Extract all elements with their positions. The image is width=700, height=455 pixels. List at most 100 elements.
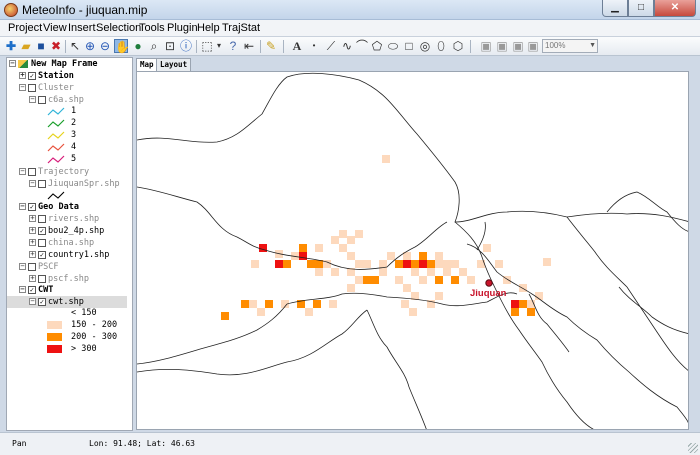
zoom-in-icon[interactable]: ⊕: [83, 39, 97, 53]
layer-visibility-checkbox[interactable]: ✓: [38, 297, 46, 306]
pan-hand-icon[interactable]: ✋: [114, 39, 130, 54]
layer-visibility-checkbox[interactable]: ✓: [38, 226, 46, 235]
layer-tree-item[interactable]: + china.shp: [7, 237, 94, 249]
collapse-icon[interactable]: −: [19, 263, 26, 270]
close-button[interactable]: ✕: [654, 0, 696, 17]
layer-visibility-checkbox[interactable]: ✓: [28, 71, 36, 80]
edit-vertices-icon[interactable]: ⬡: [451, 39, 465, 53]
remove-layer-icon[interactable]: ✖: [49, 39, 63, 53]
layer-tree-item[interactable]: − ✓ cwt.shp: [7, 296, 127, 308]
expand-icon[interactable]: +: [29, 251, 36, 258]
edit-icon[interactable]: ✎: [264, 39, 278, 53]
layer-visibility-checkbox[interactable]: [28, 167, 36, 176]
collapse-icon[interactable]: −: [29, 298, 36, 305]
menu-selection[interactable]: Selection: [96, 22, 141, 34]
zoom-select[interactable]: 100% ▼: [542, 39, 598, 53]
layer-tree-item[interactable]: − c6a.shp: [7, 94, 84, 106]
layer-tree-item[interactable]: + ✓ bou2_4p.shp: [7, 225, 104, 237]
open-folder-icon[interactable]: ▰: [19, 39, 33, 53]
cwt-grid-cell: [363, 260, 371, 268]
collapse-icon[interactable]: −: [19, 286, 26, 293]
collapse-icon[interactable]: −: [29, 180, 36, 187]
menu-insert[interactable]: Insert: [68, 22, 96, 34]
layer-visibility-checkbox[interactable]: ✓: [38, 250, 46, 259]
layer-visibility-checkbox[interactable]: ✓: [28, 202, 36, 211]
cwt-grid-cell: [427, 260, 435, 268]
menu-tools[interactable]: Tools: [139, 22, 165, 34]
expand-icon[interactable]: +: [19, 72, 26, 79]
page-setup-icon[interactable]: ▣: [479, 39, 493, 53]
chevron-down-icon[interactable]: ▾: [212, 39, 226, 53]
expand-icon[interactable]: +: [29, 275, 36, 282]
identify-icon[interactable]: ⓘ: [179, 39, 193, 53]
collapse-icon[interactable]: −: [19, 203, 26, 210]
tab-layout[interactable]: Layout: [156, 58, 192, 72]
line-tool-icon[interactable]: ⟋: [324, 39, 338, 53]
help-query-icon[interactable]: ?: [226, 39, 240, 53]
maximize-button[interactable]: □: [628, 0, 654, 17]
expand-icon[interactable]: +: [29, 239, 36, 246]
expand-icon[interactable]: +: [29, 215, 36, 222]
map-view[interactable]: Jiuquan: [136, 71, 689, 430]
freehand-line-icon[interactable]: ∿: [340, 39, 354, 53]
expand-icon[interactable]: +: [29, 227, 36, 234]
measure-icon[interactable]: ⇤: [242, 39, 256, 53]
layer-visibility-checkbox[interactable]: [38, 95, 46, 104]
full-extent-icon[interactable]: ●: [131, 39, 145, 53]
status-mode: Pan: [12, 439, 27, 448]
circle-tool-icon[interactable]: ◎: [418, 39, 432, 53]
fit-page-icon[interactable]: ▣: [495, 39, 509, 53]
polygon-tool-icon[interactable]: ⬠: [370, 39, 384, 53]
cluster-legend-label: 5: [71, 154, 77, 164]
layer-tree-item[interactable]: + rivers.shp: [7, 213, 99, 225]
layer-tree-item[interactable]: − PSCF: [7, 261, 58, 273]
layer-tree-item[interactable]: − JiuquanSpr.shp: [7, 178, 120, 190]
layer-name: New Map Frame: [31, 59, 98, 69]
collapse-icon[interactable]: −: [29, 96, 36, 103]
collapse-icon[interactable]: −: [9, 60, 16, 67]
cwt-grid-cell: [347, 252, 355, 260]
add-layer-icon[interactable]: ✚: [4, 39, 18, 53]
magnifier-icon[interactable]: ⌕: [147, 39, 161, 53]
point-tool-icon[interactable]: •: [307, 39, 321, 53]
menu-help[interactable]: Help: [197, 22, 220, 34]
zoom-out-icon[interactable]: ⊖: [98, 39, 112, 53]
layer-visibility-checkbox[interactable]: [38, 238, 46, 247]
ellipse-tool-icon[interactable]: ⬯: [434, 39, 448, 53]
layer-visibility-checkbox[interactable]: [38, 214, 46, 223]
map-canvas[interactable]: Jiuquan: [137, 72, 689, 430]
layer-visibility-checkbox[interactable]: [38, 179, 46, 188]
layer-tree-item[interactable]: + ✓ Station: [7, 70, 74, 82]
layer-visibility-checkbox[interactable]: ✓: [28, 285, 36, 294]
layer-visibility-checkbox[interactable]: [38, 274, 46, 283]
minimize-button[interactable]: ▁: [602, 0, 628, 17]
freehand-polygon-icon[interactable]: ⬭: [386, 39, 400, 53]
save-icon[interactable]: ■: [34, 39, 48, 53]
layer-tree-item[interactable]: − Cluster: [7, 82, 74, 94]
text-tool-icon[interactable]: A: [290, 39, 304, 53]
collapse-icon[interactable]: −: [19, 168, 26, 175]
resize-grip[interactable]: [688, 443, 698, 453]
station-dot[interactable]: [485, 279, 493, 287]
menu-project[interactable]: Project: [8, 22, 42, 34]
layer-name: JiuquanSpr.shp: [48, 179, 120, 189]
rectangle-tool-icon[interactable]: □: [402, 39, 416, 53]
page-zoom-out-icon[interactable]: ▣: [526, 39, 540, 53]
menu-plugin[interactable]: Plugin: [167, 22, 198, 34]
menu-view[interactable]: View: [43, 22, 67, 34]
layer-tree-item[interactable]: + ✓ country1.shp: [7, 249, 109, 261]
collapse-icon[interactable]: −: [19, 84, 26, 91]
curve-tool-icon[interactable]: ⌒: [355, 39, 369, 53]
layers-panel[interactable]: − New Map Frame + ✓ Station − Cluster − c6a.shp −…: [6, 57, 133, 431]
zoom-layer-icon[interactable]: ⊡: [163, 39, 177, 53]
layer-tree-item[interactable]: − ✓ Geo Data: [7, 201, 79, 213]
layer-tree-item[interactable]: − Trajectory: [7, 166, 89, 178]
station-marker[interactable]: Jiuquan: [470, 279, 507, 299]
menu-trajstat[interactable]: TrajStat: [222, 22, 260, 34]
layer-visibility-checkbox[interactable]: [28, 83, 36, 92]
layer-visibility-checkbox[interactable]: [28, 262, 36, 271]
layer-tree-item[interactable]: − ✓ CWT: [7, 284, 53, 296]
page-zoom-in-icon[interactable]: ▣: [511, 39, 525, 53]
layer-tree-item[interactable]: − New Map Frame: [7, 58, 98, 70]
select-arrow-icon[interactable]: ↖: [68, 39, 82, 53]
